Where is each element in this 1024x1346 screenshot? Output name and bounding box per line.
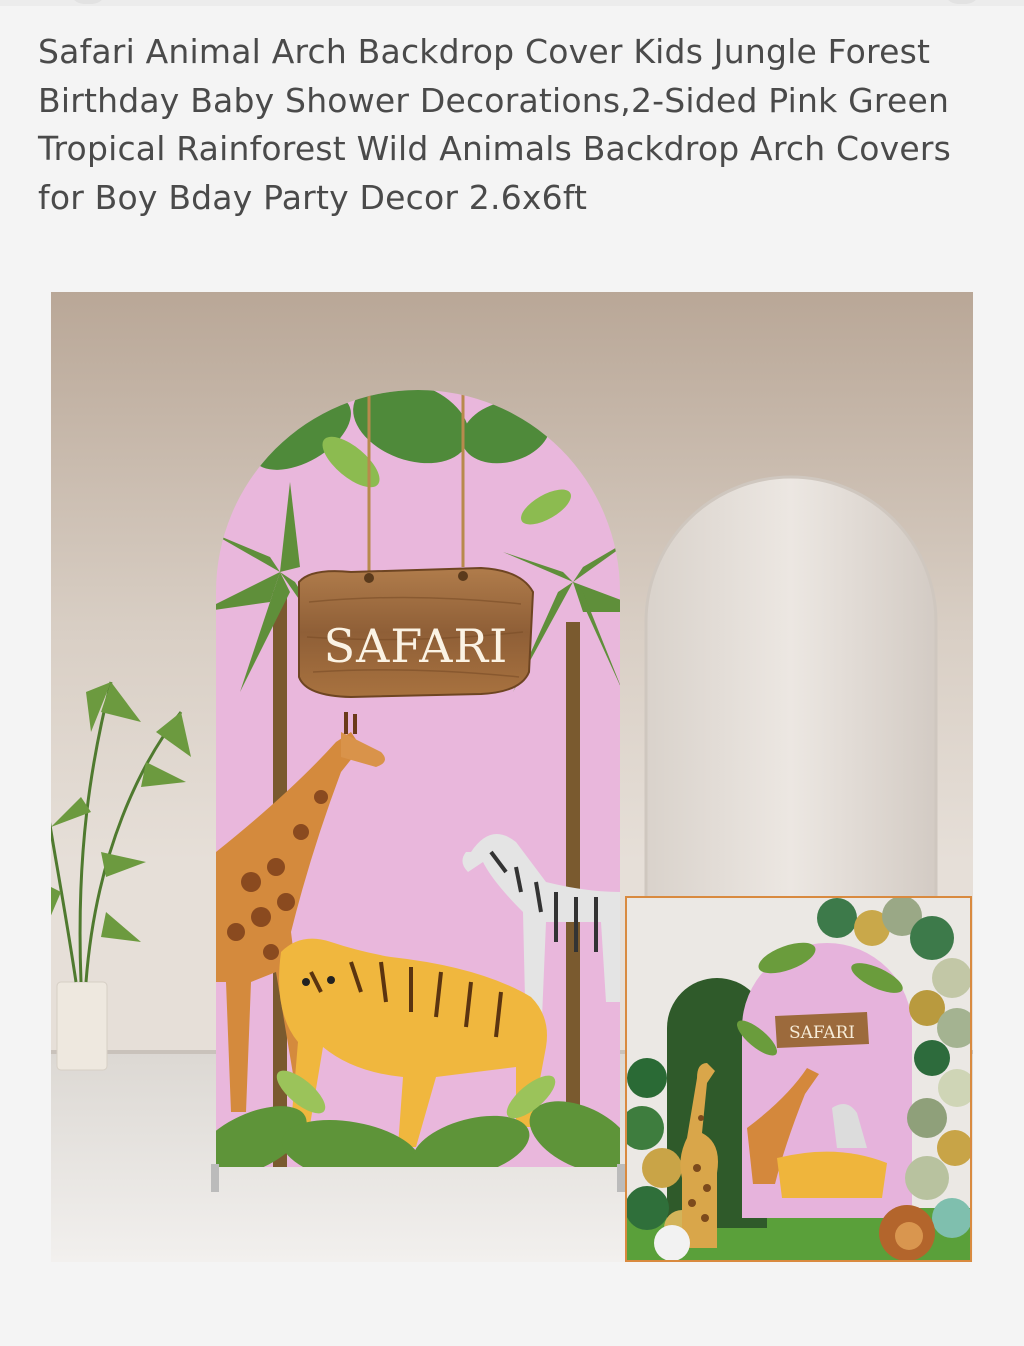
inset-sign-text: SAFARI (789, 1023, 855, 1043)
sign-text: SAFARI (324, 619, 509, 673)
inset-photo: SAFARI (627, 898, 970, 1260)
status-indicator (70, 0, 106, 4)
product-title: Safari Animal Arch Backdrop Cover Kids J… (38, 32, 952, 217)
inset-thumbnail[interactable]: SAFARI (625, 896, 972, 1262)
top-edge (0, 0, 1024, 6)
status-indicator (944, 0, 980, 4)
